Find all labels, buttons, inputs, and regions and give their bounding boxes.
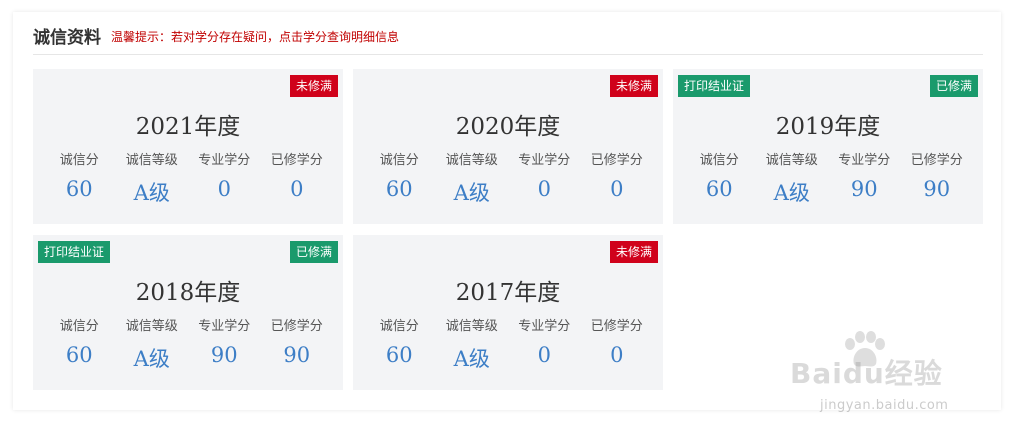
card-stats: 诚信分 60 诚信等级 A级 专业学分 0 已修学分 0 [363, 317, 653, 373]
stat-major-credits: 专业学分 90 [188, 317, 261, 373]
year-card-3[interactable]: 打印结业证 已修满 2018年度诚信分 60 诚信等级 A级 专业学分 90 已修学分 90 [33, 235, 343, 390]
card-stats: 诚信分 60 诚信等级 A级 专业学分 90 已修学分 90 [683, 151, 973, 207]
stat-value: A级 [133, 347, 170, 371]
card-stats: 诚信分 60 诚信等级 A级 专业学分 0 已修学分 0 [363, 151, 653, 207]
watermark-brand: Baidu经验 [790, 357, 943, 390]
stat-value[interactable]: 0 [581, 343, 654, 367]
baidu-jingyan-watermark: Baidu经验 jingyan.baidu.com [780, 330, 980, 430]
stat-value[interactable]: 0 [188, 177, 261, 201]
stat-value: A级 [453, 181, 490, 205]
stat-label: 诚信等级 [765, 153, 818, 168]
card-year: 2019年度 [775, 114, 881, 140]
card-year: 2018年度 [135, 280, 241, 306]
stat-value: 60 [65, 343, 93, 367]
print-certificate-button[interactable]: 打印结业证 [678, 75, 751, 97]
stat-label: 诚信分 [59, 153, 99, 168]
stat-label: 诚信等级 [125, 319, 178, 334]
stat-value: A级 [773, 181, 810, 205]
stat-value: 60 [385, 177, 413, 201]
stat-integrity-score: 诚信分 60 [43, 317, 116, 373]
card-year: 2021年度 [135, 114, 241, 140]
stat-label: 诚信分 [379, 319, 419, 334]
stat-major-credits: 专业学分 90 [828, 151, 901, 207]
watermark-domain: jingyan.baidu.com [820, 398, 949, 413]
stat-label: 专业学分 [518, 153, 571, 168]
stat-label: 已修学分 [910, 153, 963, 168]
stat-integrity-grade: 诚信等级 A级 [756, 151, 829, 207]
stat-label: 已修学分 [590, 153, 643, 168]
status-badge: 未修满 [609, 75, 658, 97]
stat-value[interactable]: 90 [828, 177, 901, 201]
stat-earned-credits: 已修学分 90 [901, 151, 974, 207]
status-badge: 已修满 [289, 241, 338, 263]
card-stats: 诚信分 60 诚信等级 A级 专业学分 0 已修学分 0 [43, 151, 333, 207]
stat-label: 诚信分 [379, 153, 419, 168]
stat-value[interactable]: 0 [508, 343, 581, 367]
stat-value: 60 [705, 177, 733, 201]
page-title: 诚信资料 [33, 27, 101, 48]
stat-integrity-score: 诚信分 60 [363, 151, 436, 207]
stat-integrity-grade: 诚信等级 A级 [436, 317, 509, 373]
card-year: 2020年度 [455, 114, 561, 140]
stat-label: 已修学分 [270, 319, 323, 334]
stat-value[interactable]: 90 [261, 343, 334, 367]
tip-text: 温馨提示：若对学分存在疑问，点击学分查询明细信息 [111, 29, 400, 44]
stat-earned-credits: 已修学分 90 [261, 317, 334, 373]
stat-label: 诚信等级 [125, 153, 178, 168]
stat-value[interactable]: 0 [261, 177, 334, 201]
stat-value: A级 [453, 347, 490, 371]
year-card-4[interactable]: 未修满 2017年度诚信分 60 诚信等级 A级 专业学分 0 已修学分 0 [353, 235, 663, 390]
stat-label: 诚信等级 [445, 319, 498, 334]
stat-label: 诚信分 [699, 153, 739, 168]
stat-label: 已修学分 [590, 319, 643, 334]
stat-value: 60 [385, 343, 413, 367]
status-badge: 未修满 [289, 75, 338, 97]
stat-label: 诚信分 [59, 319, 99, 334]
stat-label: 专业学分 [518, 319, 571, 334]
panel-header: 诚信资料 温馨提示：若对学分存在疑问，点击学分查询明细信息 [33, 24, 983, 55]
card-year: 2017年度 [455, 280, 561, 306]
card-stats: 诚信分 60 诚信等级 A级 专业学分 90 已修学分 90 [43, 317, 333, 373]
stat-label: 诚信等级 [445, 153, 498, 168]
stat-major-credits: 专业学分 0 [508, 151, 581, 207]
stat-major-credits: 专业学分 0 [508, 317, 581, 373]
stat-label: 专业学分 [838, 153, 891, 168]
stat-value[interactable]: 90 [188, 343, 261, 367]
stat-label: 专业学分 [198, 153, 251, 168]
year-card-1[interactable]: 未修满 2020年度诚信分 60 诚信等级 A级 专业学分 0 已修学分 0 [353, 69, 663, 224]
year-card-0[interactable]: 未修满 2021年度诚信分 60 诚信等级 A级 专业学分 0 已修学分 0 [33, 69, 343, 224]
stat-integrity-grade: 诚信等级 A级 [116, 151, 189, 207]
stat-earned-credits: 已修学分 0 [261, 151, 334, 207]
stat-major-credits: 专业学分 0 [188, 151, 261, 207]
stat-value[interactable]: 0 [581, 177, 654, 201]
stat-integrity-score: 诚信分 60 [363, 317, 436, 373]
status-badge: 已修满 [929, 75, 978, 97]
stat-earned-credits: 已修学分 0 [581, 317, 654, 373]
stat-value[interactable]: 90 [901, 177, 974, 201]
stat-integrity-grade: 诚信等级 A级 [116, 317, 189, 373]
stat-value: A级 [133, 181, 170, 205]
stat-earned-credits: 已修学分 0 [581, 151, 654, 207]
stat-label: 已修学分 [270, 153, 323, 168]
status-badge: 未修满 [609, 241, 658, 263]
stat-integrity-score: 诚信分 60 [683, 151, 756, 207]
stat-value[interactable]: 0 [508, 177, 581, 201]
stat-integrity-grade: 诚信等级 A级 [436, 151, 509, 207]
stat-value: 60 [65, 177, 93, 201]
year-card-2[interactable]: 打印结业证 已修满 2019年度诚信分 60 诚信等级 A级 专业学分 90 已修学分 90 [673, 69, 983, 224]
stat-integrity-score: 诚信分 60 [43, 151, 116, 207]
stat-label: 专业学分 [198, 319, 251, 334]
print-certificate-button[interactable]: 打印结业证 [38, 241, 111, 263]
